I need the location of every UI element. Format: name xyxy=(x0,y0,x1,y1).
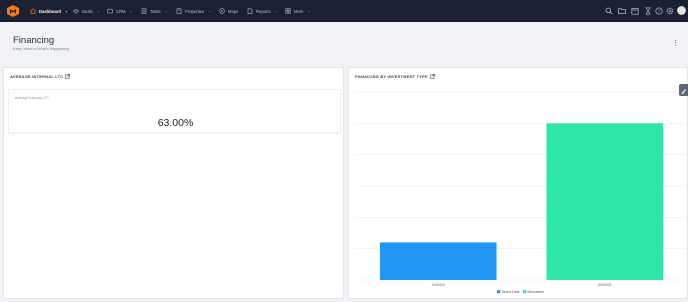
folder-icon[interactable] xyxy=(618,7,626,15)
external-link-icon[interactable] xyxy=(65,74,71,79)
page-subtitle: Keep track of what's happening. xyxy=(13,46,70,51)
deals-icon xyxy=(73,9,79,14)
legend-swatch xyxy=(497,290,501,294)
crm-icon xyxy=(107,8,113,14)
chevron-down-icon: ⌄ xyxy=(96,9,100,13)
nav-item-more[interactable]: More ⌄ xyxy=(285,0,311,22)
metric-label: Average Internal LTC xyxy=(15,96,49,100)
avatar[interactable] xyxy=(677,6,686,15)
help-icon[interactable]: ? xyxy=(655,7,663,15)
x-tick-label: 1000000 xyxy=(432,283,445,287)
home-icon xyxy=(30,8,36,14)
nav-label: More xyxy=(294,8,304,14)
chevron-down-icon: ⌄ xyxy=(208,9,212,13)
financing-bar-chart: 1000000 5000000 Senior Debt Mezzanine xyxy=(355,91,688,294)
x-tick-label: 5000000 xyxy=(598,283,611,287)
nav-label: CRM xyxy=(116,8,126,14)
hourglass-icon[interactable] xyxy=(644,7,652,15)
more-options-icon[interactable]: ⋮ xyxy=(672,39,679,49)
average-ltc-panel: AVERAGE INTERNAL LTC Average Internal LT… xyxy=(3,67,344,299)
nav-item-tasks[interactable]: Tasks ⌄ xyxy=(141,0,168,22)
nav-label: Tasks xyxy=(150,8,161,14)
brand-logo[interactable] xyxy=(7,5,19,17)
gear-icon[interactable] xyxy=(666,7,674,15)
edit-pencil-icon[interactable] xyxy=(679,84,688,96)
chart-bar xyxy=(379,242,497,280)
chevron-down-icon: ⌄ xyxy=(164,9,168,13)
financing-by-type-panel: FINANCING BY INVESTMENT TYPE 1000000 5000… xyxy=(348,67,688,299)
nav-label: Deals xyxy=(82,8,93,14)
tasks-icon xyxy=(141,8,147,14)
nav-label: Reports xyxy=(256,8,271,14)
page-header xyxy=(0,22,688,67)
search-icon[interactable] xyxy=(605,7,613,15)
top-nav: Dashboard ⌄ Deals ⌄ CRM ⌄ Tasks ⌄ Proper… xyxy=(0,0,688,22)
nav-item-reports[interactable]: Reports ⌄ xyxy=(247,0,278,22)
grid-icon xyxy=(285,8,291,14)
nav-label: Properties xyxy=(185,8,205,14)
nav-item-deals[interactable]: Deals ⌄ xyxy=(73,0,100,22)
panel-title: AVERAGE INTERNAL LTC xyxy=(10,74,71,79)
nav-item-properties[interactable]: Properties ⌄ xyxy=(176,0,211,22)
ltc-metric-card: Average Internal LTC 63.00% xyxy=(8,89,341,133)
svg-text:?: ? xyxy=(658,9,661,14)
calendar-icon[interactable] xyxy=(631,7,639,15)
legend-swatch xyxy=(523,290,527,294)
nav-label: Dashboard xyxy=(39,8,61,14)
chevron-down-icon: ⌄ xyxy=(129,9,133,13)
chevron-down-icon: ⌄ xyxy=(307,9,311,13)
nav-label: Maps xyxy=(228,8,239,14)
nav-item-crm[interactable]: CRM ⌄ xyxy=(107,0,133,22)
legend-label: Senior Debt xyxy=(502,290,520,294)
legend-label: Mezzanine xyxy=(528,290,545,294)
chevron-down-icon: ⌄ xyxy=(274,9,278,13)
panel-title-text: AVERAGE INTERNAL LTC xyxy=(10,74,64,79)
maps-icon xyxy=(219,8,225,14)
nav-item-dashboard[interactable]: Dashboard ⌄ xyxy=(30,0,68,22)
metric-value: 63.00% xyxy=(157,117,194,129)
chevron-down-icon: ⌄ xyxy=(64,9,68,13)
chart-bar xyxy=(546,123,664,280)
nav-item-maps[interactable]: Maps xyxy=(219,0,238,22)
reports-icon xyxy=(247,8,253,14)
properties-icon xyxy=(176,8,182,14)
page-title: Financing xyxy=(13,35,55,46)
